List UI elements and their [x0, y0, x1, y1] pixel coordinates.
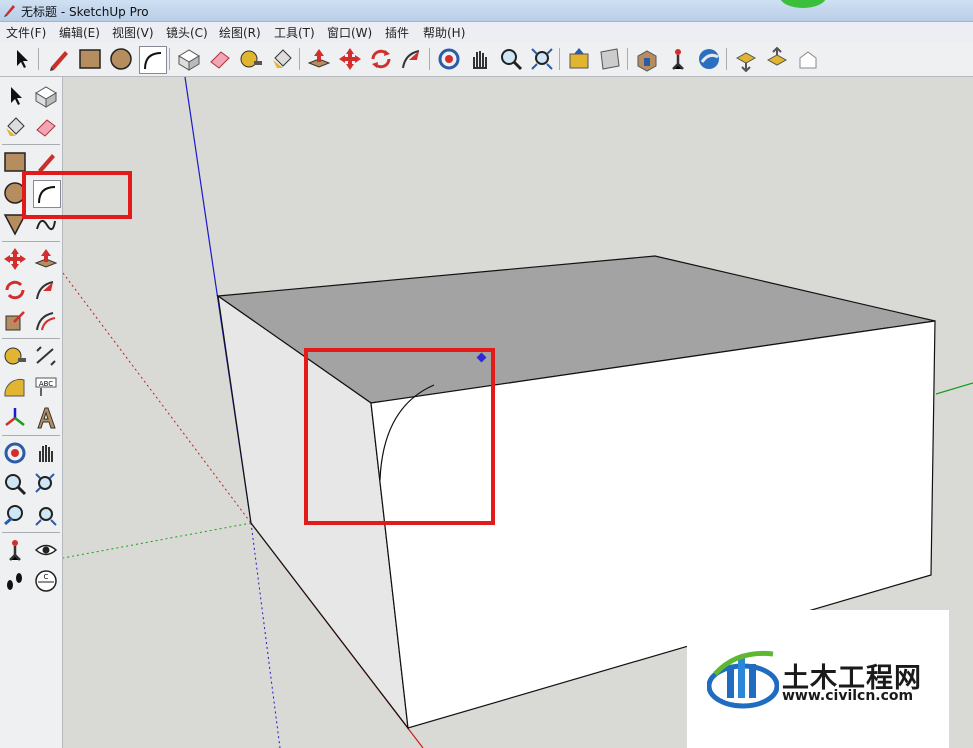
position-camera-icon[interactable]	[665, 46, 691, 72]
paint-bucket-icon[interactable]	[2, 114, 28, 140]
tape-measure-icon[interactable]	[238, 46, 264, 72]
previous-view-icon[interactable]	[2, 502, 28, 528]
move-icon[interactable]	[337, 46, 363, 72]
sidebar-separator	[2, 241, 60, 242]
follow-me-icon[interactable]	[33, 277, 59, 303]
offset-icon[interactable]	[33, 308, 59, 334]
scale-icon[interactable]	[2, 308, 28, 334]
zoom-extents-icon[interactable]	[33, 502, 59, 528]
zoom-window-icon[interactable]	[33, 471, 59, 497]
pan-icon[interactable]	[33, 440, 59, 466]
make-component-icon[interactable]	[33, 83, 59, 109]
walk-icon[interactable]	[2, 568, 28, 594]
toolbar-separator	[169, 48, 170, 70]
sidebar-separator	[2, 338, 60, 339]
select-icon[interactable]	[8, 46, 34, 72]
rotate-icon[interactable]	[368, 46, 394, 72]
dimension-icon[interactable]	[33, 343, 59, 369]
arc-icon[interactable]	[139, 46, 167, 74]
share-model-icon[interactable]	[597, 46, 623, 72]
menu-plugins[interactable]: 插件	[385, 24, 409, 41]
sidebar-separator	[2, 144, 60, 145]
tape-measure-icon[interactable]	[2, 343, 28, 369]
rectangle-icon[interactable]	[77, 46, 103, 72]
sidebar-separator	[2, 532, 60, 533]
menu-draw[interactable]: 绘图(R)	[219, 24, 261, 41]
push-pull-icon[interactable]	[33, 246, 59, 272]
get-models-icon[interactable]	[566, 46, 592, 72]
menu-edit[interactable]: 编辑(E)	[59, 24, 100, 41]
position-camera-icon[interactable]	[2, 537, 28, 563]
menu-help[interactable]: 帮助(H)	[423, 24, 465, 41]
sidebar-separator	[2, 435, 60, 436]
zoom-extents-icon[interactable]	[529, 46, 555, 72]
watermark-url: www.civilcn.com	[782, 688, 914, 704]
share-component-icon[interactable]	[795, 46, 821, 72]
select-icon[interactable]	[2, 83, 28, 109]
look-around-icon[interactable]	[33, 537, 59, 563]
toolbar-separator	[726, 48, 727, 70]
get-models-2-icon[interactable]	[733, 46, 759, 72]
push-pull-icon[interactable]	[306, 46, 332, 72]
circle-icon[interactable]	[108, 46, 134, 72]
menu-tools[interactable]: 工具(T)	[274, 24, 315, 41]
menu-file[interactable]: 文件(F)	[6, 24, 46, 41]
highlight-box-arc-tool	[22, 171, 132, 219]
toolbar-separator	[627, 48, 628, 70]
menu-camera[interactable]: 镜头(C)	[166, 24, 208, 41]
section-plane-icon[interactable]: C	[33, 568, 59, 594]
window-deco-circle	[780, 0, 826, 8]
watermark: 土木工程网 www.civilcn.com	[687, 610, 949, 748]
3d-text-icon[interactable]	[33, 405, 59, 431]
eraser-icon[interactable]	[33, 114, 59, 140]
toolbar-separator	[429, 48, 430, 70]
zoom-icon[interactable]	[2, 471, 28, 497]
share-models-2-icon[interactable]	[764, 46, 790, 72]
follow-me-icon[interactable]	[399, 46, 425, 72]
orbit-icon[interactable]	[436, 46, 462, 72]
protractor-icon[interactable]	[2, 374, 28, 400]
rotate-icon[interactable]	[2, 277, 28, 303]
sketchup-app-icon	[4, 5, 15, 17]
orbit-icon[interactable]	[2, 440, 28, 466]
axes-icon[interactable]	[2, 405, 28, 431]
sketchup-warehouse-icon[interactable]	[634, 46, 660, 72]
move-icon[interactable]	[2, 246, 28, 272]
toolbar-separator	[38, 48, 39, 70]
window-title: 无标题 - SketchUp Pro	[21, 5, 149, 19]
make-component-icon[interactable]	[176, 46, 202, 72]
watermark-logo-icon	[707, 650, 779, 709]
toolbar-separator	[299, 48, 300, 70]
google-earth-icon[interactable]	[696, 46, 722, 72]
main-toolbar	[0, 42, 973, 77]
menu-view[interactable]: 视图(V)	[112, 24, 154, 41]
pan-icon[interactable]	[467, 46, 493, 72]
eraser-icon[interactable]	[207, 46, 233, 72]
pencil-line-icon[interactable]	[46, 46, 72, 72]
menu-window[interactable]: 窗口(W)	[327, 24, 372, 41]
text-icon[interactable]: ABC	[33, 374, 59, 400]
zoom-icon[interactable]	[498, 46, 524, 72]
menu-bar: 文件(F) 编辑(E) 视图(V) 镜头(C) 绘图(R) 工具(T) 窗口(W…	[0, 22, 973, 42]
paint-bucket-icon[interactable]	[269, 46, 295, 72]
title-bar: 无标题 - SketchUp Pro	[0, 0, 973, 22]
text-tool-label: ABC	[39, 380, 53, 388]
toolbar-separator	[559, 48, 560, 70]
section-tool-label: C	[44, 573, 49, 581]
